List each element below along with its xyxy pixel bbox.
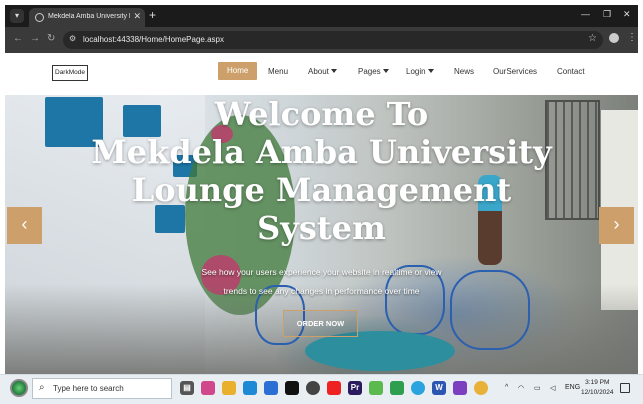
close-window-button[interactable]: ✕ [623,9,631,20]
tray-chevron-icon[interactable]: ^ [505,384,508,391]
minimize-button[interactable]: — [581,9,590,19]
windows-taskbar: ⌕ Type here to search ▤ Pr W ^ ◠ ▭ ◁ ENG… [0,374,643,404]
chrome-icon[interactable] [474,381,488,395]
maximize-button[interactable]: ❐ [603,9,611,20]
nav-menu[interactable]: Menu [268,67,288,76]
hero-title: Welcome To Mekdela Amba University Loung… [5,95,638,247]
more-menu-icon[interactable]: ⋮ [627,32,637,43]
carousel-next-button[interactable]: › [599,207,634,244]
word-icon[interactable]: W [432,381,446,395]
telegram-icon[interactable] [411,381,425,395]
download-icon[interactable] [369,381,383,395]
hero-subtitle-line: trends to see any changes in performance… [223,286,420,296]
caret-down-icon [330,69,337,73]
clock-date: 12/10/2024 [581,389,614,396]
browser-tab[interactable]: Mekdela Amba University Lounge ✕ [29,8,145,27]
tiktok-icon[interactable] [285,381,299,395]
battery-icon[interactable]: ▭ [534,384,541,392]
tab-title: Mekdela Amba University Lounge [48,13,130,20]
hero-title-line: Welcome To [214,95,429,133]
carousel-indicators [309,367,330,374]
nav-login-label: Login [406,67,426,76]
nav-home[interactable]: Home [218,62,258,80]
darkmode-button[interactable]: DarkMode [52,65,88,81]
nav-ourservices-label: OurServices [493,67,538,76]
clock[interactable]: 3:19 PM 12/10/2024 [581,378,614,398]
url-text[interactable]: localhost:44338/Home/HomePage.aspx [83,35,224,44]
language-indicator[interactable]: ENG [565,384,580,391]
new-tab-button[interactable]: + [149,8,156,22]
search-icon: ⌕ [39,382,45,393]
edge-icon[interactable] [243,381,257,395]
nav-pages-label: Pages [358,67,381,76]
task-view-icon[interactable]: ▤ [180,381,194,395]
reload-icon[interactable]: ↻ [47,33,55,44]
caret-down-icon [427,69,434,73]
browser-window: ▾ Mekdela Amba University Lounge ✕ + — ❐… [5,5,638,374]
taskbar-search[interactable]: ⌕ Type here to search [32,378,172,399]
site-navbar: DarkMode Home Menu About Pages Login New… [5,53,638,95]
copilot-icon[interactable] [201,381,215,395]
volume-icon[interactable]: ◁ [550,384,555,392]
address-bar[interactable]: ⚙ localhost:44338/Home/HomePage.aspx ☆ [63,31,603,49]
carousel-prev-button[interactable]: ‹ [7,207,42,244]
hero-title-line: Mekdela Amba University [91,133,552,171]
address-bar-row: ← → ↻ ⚙ localhost:44338/Home/HomePage.as… [5,27,638,53]
nav-pages[interactable]: Pages [358,67,389,76]
tab-search-icon[interactable]: ▾ [10,9,24,23]
file-explorer-icon[interactable] [222,381,236,395]
cafe-table [305,331,455,371]
profile-icon[interactable] [609,33,619,43]
hero-carousel: Welcome To Mekdela Amba University Loung… [5,95,638,374]
start-button[interactable] [10,379,28,397]
nav-contact-label: Contact [557,67,585,76]
nav-contact[interactable]: Contact [557,67,585,76]
notification-icon[interactable] [620,383,630,393]
tab-close-icon[interactable]: ✕ [133,11,141,22]
forward-icon[interactable]: → [30,33,40,44]
globe-icon [35,13,44,22]
premiere-icon[interactable]: Pr [348,381,362,395]
nav-login[interactable]: Login [406,67,434,76]
nav-about-label: About [308,67,329,76]
visual-studio-icon[interactable] [453,381,467,395]
nav-news[interactable]: News [454,67,474,76]
bookmark-star-icon[interactable]: ☆ [588,33,597,44]
calculator-icon[interactable] [390,381,404,395]
back-icon[interactable]: ← [13,33,23,44]
order-now-button[interactable]: ORDER NOW [283,310,358,337]
clock-time: 3:19 PM [585,379,610,386]
media-icon[interactable] [306,381,320,395]
tab-bar: ▾ Mekdela Amba University Lounge ✕ + — ❐… [5,5,638,27]
youtube-icon[interactable] [327,381,341,395]
wifi-icon[interactable]: ◠ [518,384,524,392]
caret-down-icon [382,69,389,73]
search-placeholder: Type here to search [53,384,124,393]
nav-news-label: News [454,67,475,76]
hero-title-line: Lounge Management [131,171,512,209]
store-icon[interactable] [264,381,278,395]
nav-about[interactable]: About [308,67,337,76]
hero-title-line: System [257,209,386,247]
nav-ourservices[interactable]: OurServices [493,67,537,76]
nav-home-label: Home [227,66,249,75]
hero-subtitle-line: See how your users experience your websi… [201,267,442,277]
site-info-icon[interactable]: ⚙ [69,34,76,43]
nav-menu-label: Menu [268,67,289,76]
